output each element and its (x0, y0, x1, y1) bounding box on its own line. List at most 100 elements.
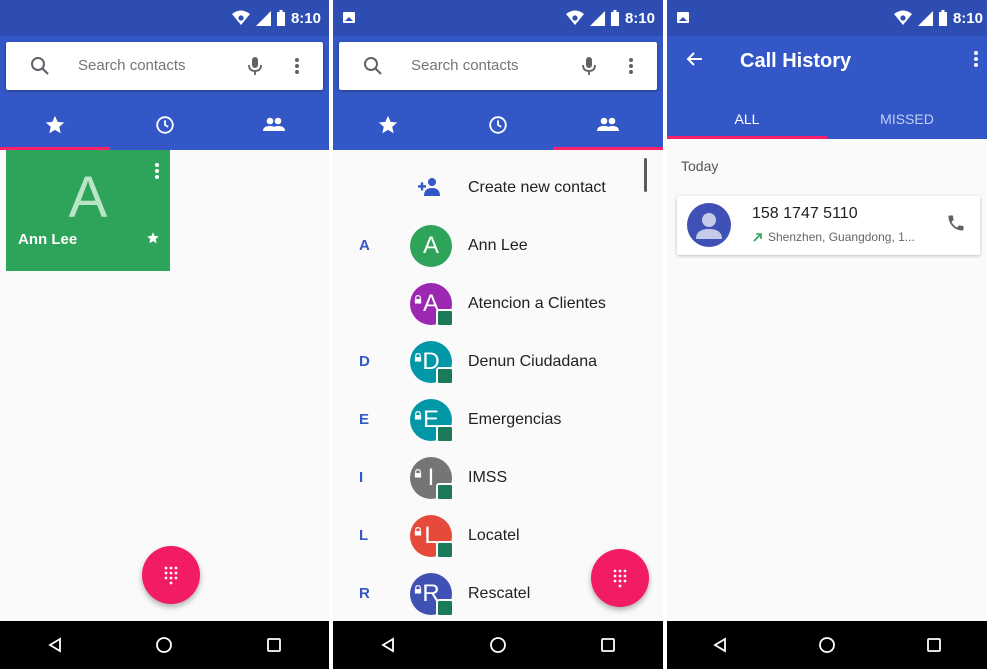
account-badge-icon (436, 599, 454, 617)
overview-square-icon (926, 638, 941, 652)
section-letter: L (359, 527, 369, 544)
home-nav-button[interactable] (807, 625, 847, 665)
lock-icon (414, 469, 422, 478)
lock-icon (414, 411, 422, 420)
back-triangle-icon (48, 637, 61, 653)
home-circle-icon (156, 637, 173, 653)
lock-icon (414, 527, 422, 536)
people-icon (597, 117, 619, 131)
section-letter: E (359, 411, 370, 428)
back-triangle-icon (381, 637, 394, 653)
microphone-icon[interactable] (243, 54, 267, 78)
home-circle-icon (490, 637, 506, 653)
more-vert-icon[interactable] (154, 162, 160, 180)
signal-icon (917, 10, 933, 26)
home-circle-icon (819, 637, 835, 653)
section-header: Today (681, 158, 719, 174)
tab-bar (333, 100, 663, 150)
people-icon (263, 117, 286, 131)
avatar-initial: A (422, 232, 439, 259)
contact-name: Ann Lee (468, 237, 528, 254)
recents-nav-button[interactable] (588, 625, 628, 665)
person-icon (696, 213, 722, 239)
dialpad-button[interactable] (591, 549, 649, 607)
search-bar[interactable] (339, 42, 657, 90)
tab-favorites[interactable] (333, 100, 443, 150)
call-location: Shenzhen, Guangdong, 1... (768, 230, 915, 244)
back-nav-button[interactable] (700, 625, 740, 665)
status-bar: 8:10 (0, 0, 329, 36)
account-badge-icon (436, 541, 454, 559)
star-icon (147, 232, 159, 244)
search-input[interactable] (78, 57, 208, 74)
wifi-icon (893, 10, 912, 25)
search-icon[interactable] (28, 54, 52, 78)
tab-bar (0, 100, 329, 150)
avatar: A (410, 225, 452, 267)
favorites-screen: 8:10 A Ann Lee (0, 0, 329, 669)
search-bar[interactable] (6, 42, 323, 90)
contact-row[interactable]: A Atencion a Clientes (333, 276, 663, 334)
home-nav-button[interactable] (144, 625, 184, 665)
back-nav-button[interactable] (35, 625, 75, 665)
tab-all[interactable]: ALL (667, 98, 827, 139)
contact-row[interactable]: E E Emergencias (333, 392, 663, 450)
battery-icon (610, 10, 619, 26)
call-log-entry[interactable]: 158 1747 5110 Shenzhen, Guangdong, 1... (677, 196, 980, 255)
avatar: R (410, 573, 454, 617)
dialpad-icon (164, 566, 178, 585)
navigation-bar (667, 621, 987, 669)
account-badge-icon (436, 425, 454, 443)
more-vert-icon[interactable] (619, 54, 643, 78)
search-icon[interactable] (361, 54, 385, 78)
more-vert-icon[interactable] (973, 49, 979, 69)
back-nav-button[interactable] (368, 625, 408, 665)
home-nav-button[interactable] (478, 625, 518, 665)
recents-nav-button[interactable] (914, 625, 954, 665)
battery-icon (276, 10, 285, 26)
contact-row[interactable]: D D Denun Ciudadana (333, 334, 663, 392)
status-bar: 8:10 (667, 0, 987, 36)
dialpad-button[interactable] (142, 546, 200, 604)
avatar: E (410, 399, 454, 443)
tab-recents[interactable] (110, 100, 220, 150)
clock-icon (489, 116, 507, 134)
back-arrow-icon[interactable] (685, 49, 705, 69)
avatar: D (410, 341, 454, 385)
battery-icon (938, 10, 947, 26)
back-triangle-icon (713, 637, 727, 653)
contact-name: Denun Ciudadana (468, 353, 597, 370)
avatar: I (410, 457, 454, 501)
phone-icon[interactable] (946, 213, 966, 233)
tab-missed[interactable]: MISSED (827, 98, 987, 139)
app-bar: Call History ALL MISSED (667, 36, 987, 139)
tab-contacts[interactable] (553, 100, 663, 150)
more-vert-icon[interactable] (285, 54, 309, 78)
avatar: A (410, 283, 454, 327)
history-tabs: ALL MISSED (667, 98, 987, 139)
call-details: Shenzhen, Guangdong, 1... (753, 230, 915, 244)
account-badge-icon (436, 309, 454, 327)
favorite-contact-tile[interactable]: A Ann Lee (6, 150, 170, 271)
create-contact-row[interactable]: Create new contact (333, 160, 663, 218)
image-notification-icon (343, 12, 355, 23)
navigation-bar (0, 621, 329, 669)
lock-icon (414, 353, 422, 362)
favorite-name: Ann Lee (18, 231, 78, 248)
star-icon (45, 115, 64, 134)
image-notification-icon (677, 12, 689, 23)
contact-row[interactable]: A A Ann Lee (333, 218, 663, 276)
tab-favorites[interactable] (0, 100, 110, 150)
overview-square-icon (601, 638, 615, 652)
search-input[interactable] (411, 57, 541, 74)
section-letter: D (359, 353, 370, 370)
contact-row[interactable]: I I IMSS (333, 450, 663, 508)
tab-recents[interactable] (443, 100, 553, 150)
lock-icon (414, 295, 422, 304)
microphone-icon[interactable] (577, 54, 601, 78)
recents-nav-button[interactable] (254, 625, 294, 665)
dialpad-icon (613, 569, 627, 588)
contact-name: IMSS (468, 469, 508, 486)
tab-contacts[interactable] (219, 100, 329, 150)
contact-name: Rescatel (468, 585, 531, 602)
